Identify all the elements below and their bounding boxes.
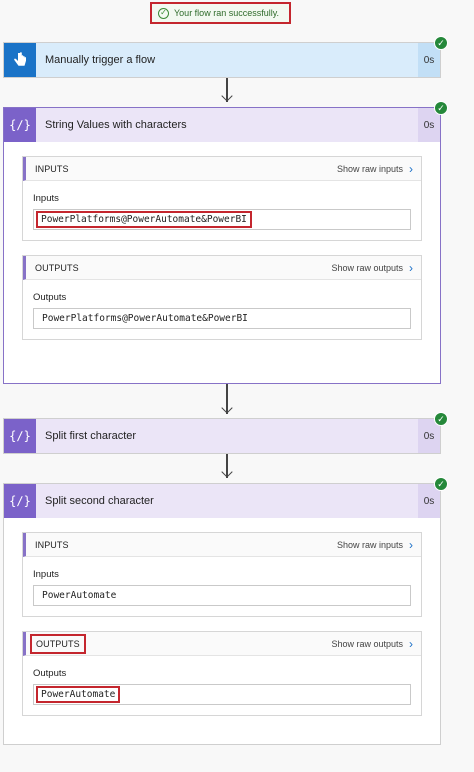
show-raw-inputs-link[interactable]: Show raw inputs [337, 540, 403, 550]
chevron-right-icon[interactable]: › [409, 539, 413, 551]
success-check-icon: ✓ [434, 477, 448, 491]
step-header[interactable]: {∕} Split first character 0s ✓ [4, 412, 448, 453]
show-raw-outputs-link[interactable]: Show raw outputs [331, 263, 403, 273]
outputs-value-field[interactable]: PowerAutomate [33, 684, 411, 705]
show-raw-inputs-link[interactable]: Show raw inputs [337, 164, 403, 174]
outputs-heading: OUTPUTS [35, 262, 79, 273]
step-string-values[interactable]: {∕} String Values with characters 0s ✓ I… [3, 101, 448, 384]
outputs-panel: OUTPUTS Show raw outputs › Outputs Power… [22, 631, 422, 716]
step-manual-trigger[interactable]: Manually trigger a flow 0s ✓ [3, 36, 448, 78]
check-circle-icon: ✓ [158, 7, 169, 19]
inputs-value-field[interactable]: PowerPlatforms@PowerAutomate&PowerBI [33, 209, 411, 230]
outputs-panel-header: OUTPUTS Show raw outputs › [23, 632, 421, 656]
step-title: Split first character [45, 430, 137, 442]
connector-arrow [221, 78, 233, 106]
curly-braces-icon: {∕} [4, 108, 36, 142]
success-check-icon: ✓ [434, 36, 448, 50]
step-title: String Values with characters [45, 119, 187, 131]
hand-pointer-icon [4, 43, 36, 77]
chevron-right-icon[interactable]: › [409, 638, 413, 650]
outputs-heading: OUTPUTS [30, 633, 331, 654]
inputs-heading: INPUTS [35, 163, 69, 174]
outputs-label: Outputs [33, 668, 67, 679]
success-banner: ✓ Your flow ran successfully. [150, 2, 291, 24]
inputs-label: Inputs [33, 193, 59, 204]
inputs-panel-header: INPUTS Show raw inputs › [23, 157, 421, 181]
outputs-panel: OUTPUTS Show raw outputs › Outputs Power… [22, 255, 422, 340]
outputs-panel-header: OUTPUTS Show raw outputs › [23, 256, 421, 280]
inputs-panel-header: INPUTS Show raw inputs › [23, 533, 421, 557]
success-message: Your flow ran successfully. [174, 8, 280, 18]
inputs-value: PowerAutomate [42, 590, 117, 601]
step-split-first[interactable]: {∕} Split first character 0s ✓ [3, 412, 448, 454]
inputs-panel: INPUTS Show raw inputs › Inputs PowerPla… [22, 156, 422, 241]
inputs-value-field[interactable]: PowerAutomate [33, 585, 411, 606]
outputs-heading-text: OUTPUTS [30, 633, 86, 654]
inputs-value: PowerPlatforms@PowerAutomate&PowerBI [36, 211, 252, 228]
step-header[interactable]: Manually trigger a flow 0s ✓ [4, 36, 448, 77]
curly-braces-icon: {∕} [4, 419, 36, 453]
step-split-second[interactable]: {∕} Split second character 0s ✓ INPUTS S… [3, 477, 448, 745]
success-check-icon: ✓ [434, 101, 448, 115]
outputs-value: PowerPlatforms@PowerAutomate&PowerBI [42, 313, 248, 324]
outputs-value-field[interactable]: PowerPlatforms@PowerAutomate&PowerBI [33, 308, 411, 329]
outputs-value: PowerAutomate [35, 686, 121, 703]
chevron-right-icon[interactable]: › [409, 163, 413, 175]
step-header[interactable]: {∕} String Values with characters 0s ✓ [4, 101, 448, 142]
step-title: Split second character [45, 495, 154, 507]
outputs-label: Outputs [33, 292, 67, 303]
connector-arrow [221, 384, 233, 418]
step-header[interactable]: {∕} Split second character 0s ✓ [4, 477, 448, 518]
inputs-label: Inputs [33, 569, 59, 580]
success-check-icon: ✓ [434, 412, 448, 426]
step-title: Manually trigger a flow [45, 54, 156, 66]
curly-braces-icon: {∕} [4, 484, 36, 518]
connector-arrow [221, 454, 233, 482]
show-raw-outputs-link[interactable]: Show raw outputs [331, 639, 403, 649]
inputs-panel: INPUTS Show raw inputs › Inputs PowerAut… [22, 532, 422, 617]
chevron-right-icon[interactable]: › [409, 262, 413, 274]
inputs-heading: INPUTS [35, 539, 69, 550]
